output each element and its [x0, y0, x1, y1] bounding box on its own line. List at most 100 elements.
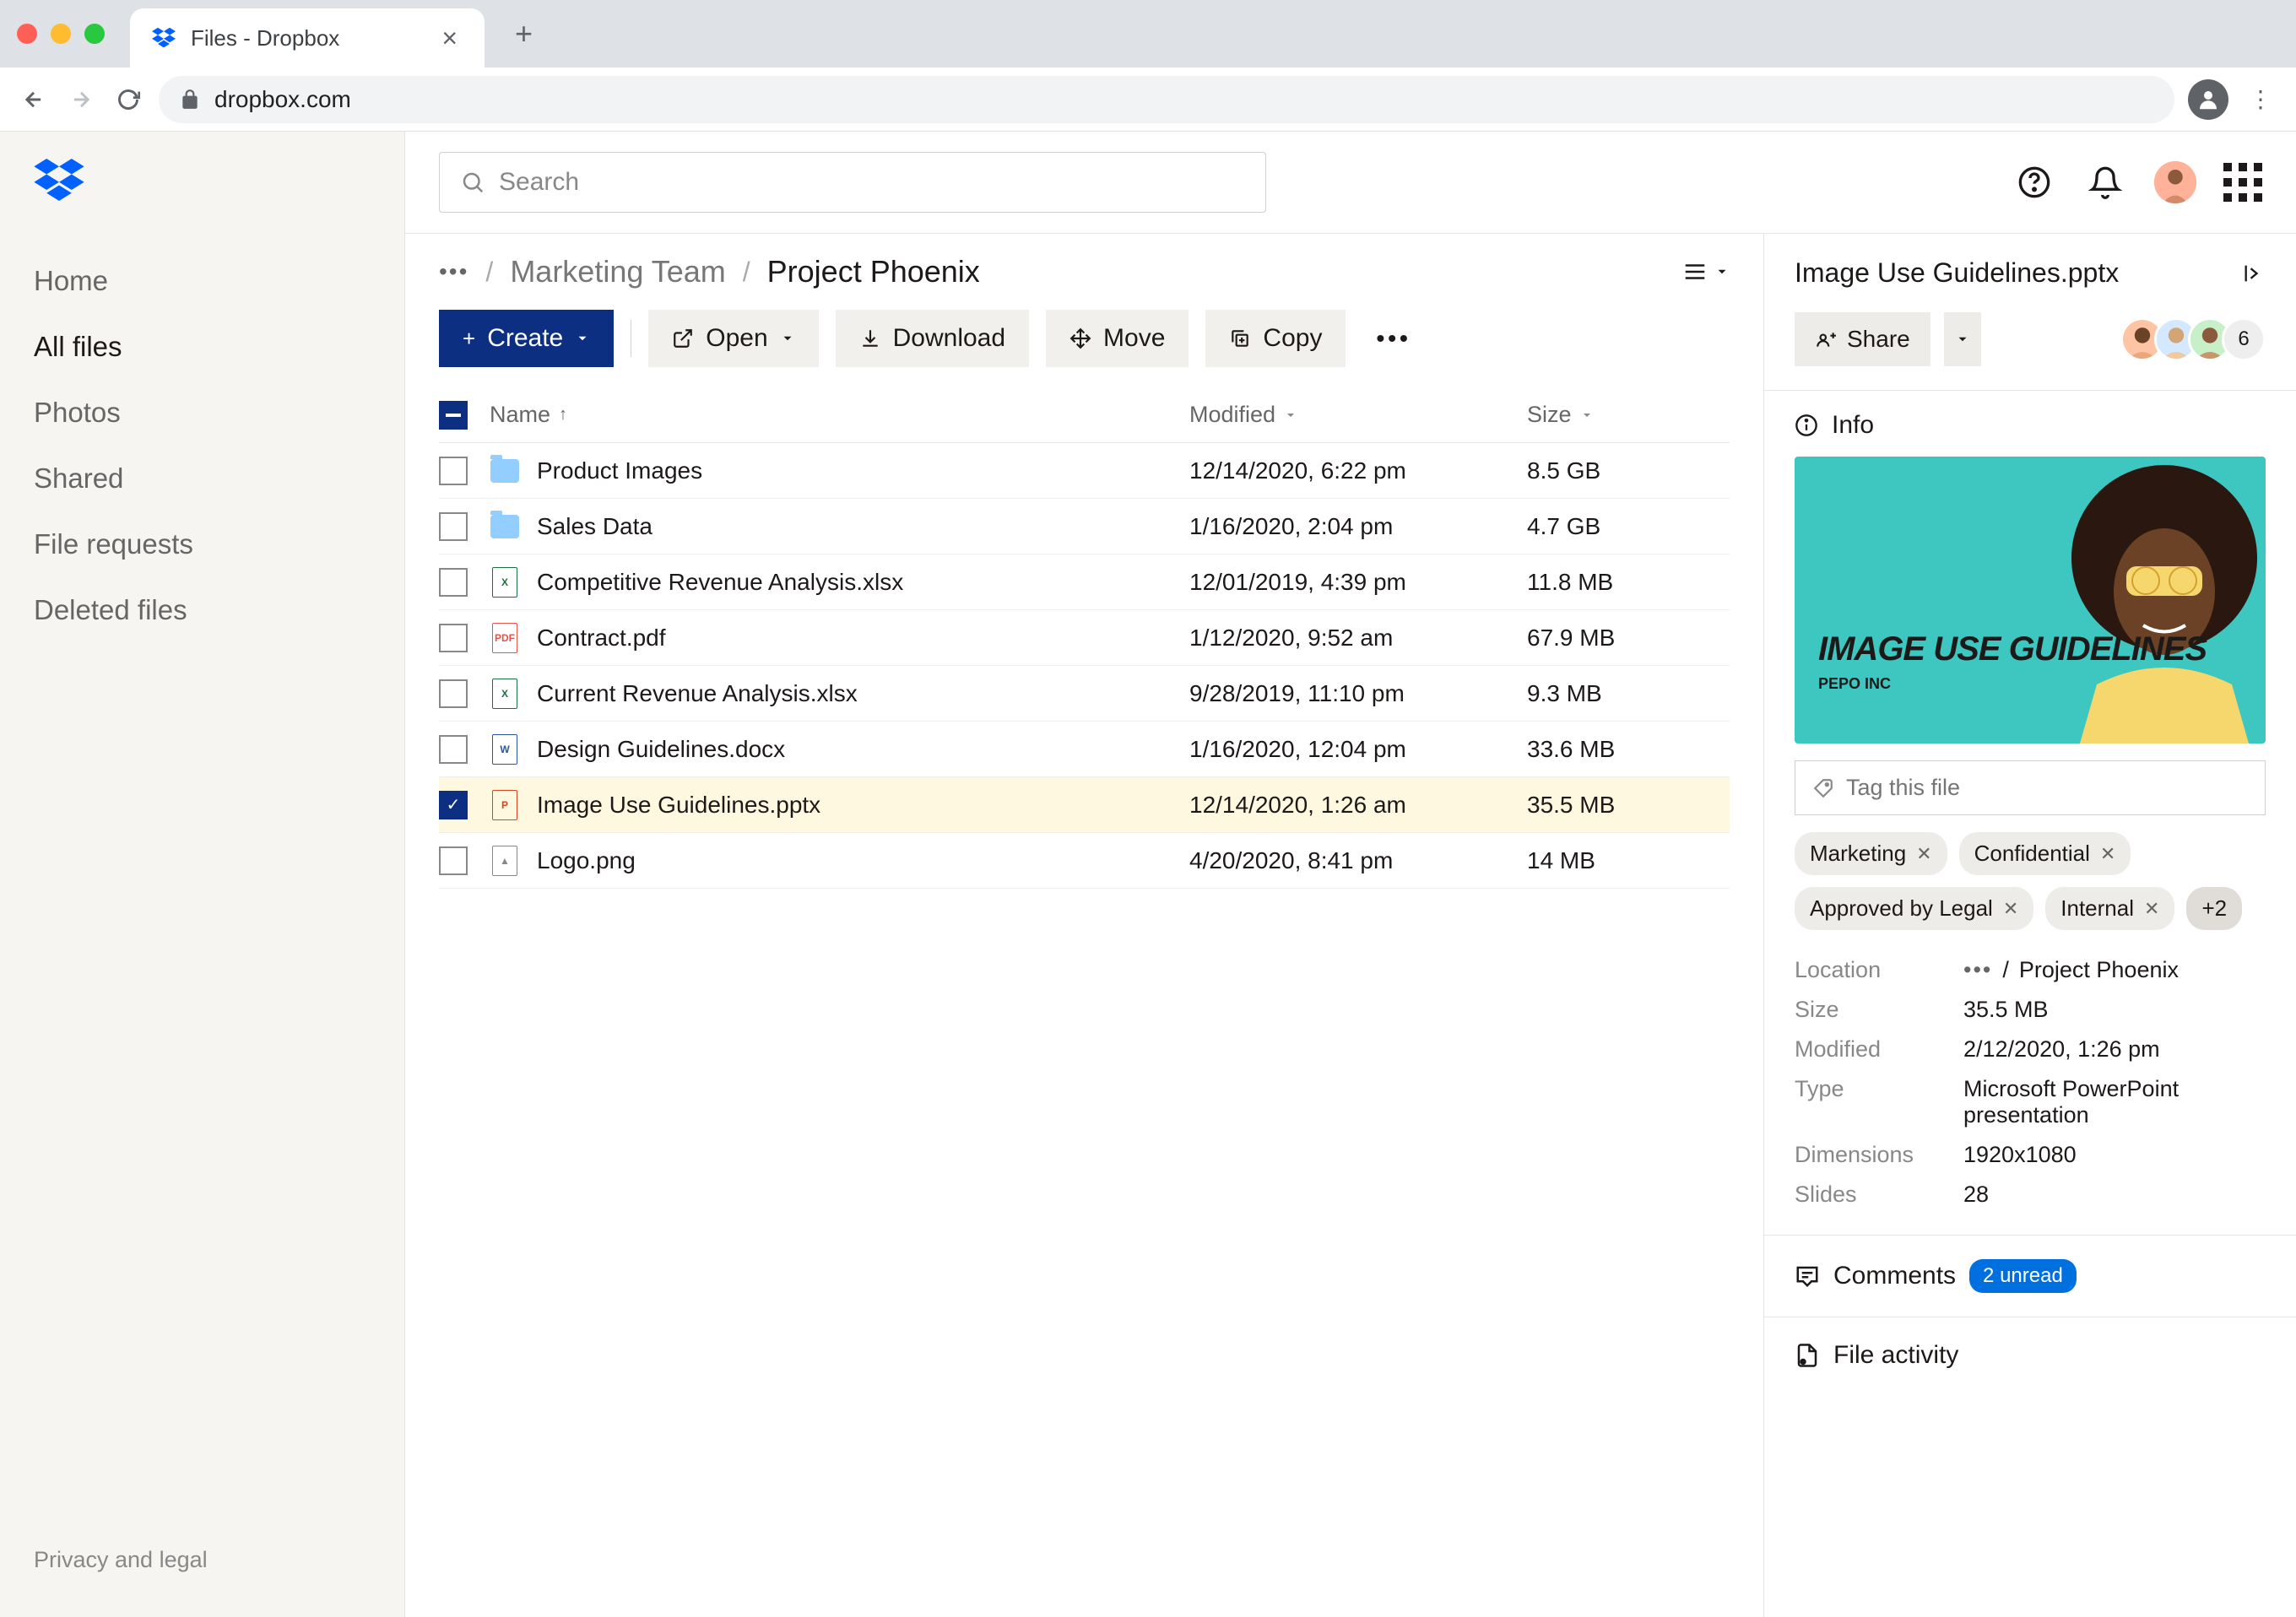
chevron-down-icon — [1580, 408, 1594, 422]
breadcrumb-current: Project Phoenix — [767, 254, 980, 289]
breadcrumb-separator: / — [485, 257, 493, 288]
remove-tag-icon[interactable]: ✕ — [1916, 843, 1931, 865]
file-name-cell[interactable]: PDF Contract.pdf — [490, 623, 1189, 653]
select-all-checkbox[interactable] — [439, 401, 468, 430]
browser-profile-icon[interactable] — [2188, 79, 2228, 120]
sidebar-item-file-requests[interactable]: File requests — [0, 511, 404, 577]
table-row[interactable]: X Competitive Revenue Analysis.xlsx 12/0… — [439, 554, 1730, 610]
table-row[interactable]: Sales Data 1/16/2020, 2:04 pm 4.7 GB — [439, 499, 1730, 554]
image-icon: ▲ — [492, 846, 517, 876]
tag-field[interactable] — [1846, 775, 2248, 801]
tag[interactable]: Marketing✕ — [1795, 832, 1947, 875]
meta-location[interactable]: ••• / Project Phoenix — [1963, 957, 2266, 983]
table-row[interactable]: ▲ Logo.png 4/20/2020, 8:41 pm 14 MB — [439, 833, 1730, 889]
remove-tag-icon[interactable]: ✕ — [2144, 898, 2159, 920]
row-checkbox[interactable] — [439, 846, 468, 875]
row-checkbox[interactable]: ✓ — [439, 791, 468, 819]
sidebar-item-deleted-files[interactable]: Deleted files — [0, 577, 404, 643]
copy-button[interactable]: Copy — [1205, 310, 1346, 367]
apps-grid-icon[interactable] — [2223, 163, 2262, 202]
table-row[interactable]: X Current Revenue Analysis.xlsx 9/28/201… — [439, 666, 1730, 722]
expand-panel-icon[interactable] — [2242, 262, 2266, 285]
file-size: 14 MB — [1527, 847, 1730, 874]
preview-title: IMAGE USE GUIDELINES — [1818, 630, 2207, 668]
file-name-cell[interactable]: ▲ Logo.png — [490, 846, 1189, 876]
back-button[interactable] — [17, 83, 51, 116]
file-name-cell[interactable]: X Competitive Revenue Analysis.xlsx — [490, 567, 1189, 598]
create-button[interactable]: + Create — [439, 310, 614, 367]
folder-icon — [490, 459, 519, 483]
file-name: Competitive Revenue Analysis.xlsx — [537, 569, 903, 596]
column-size[interactable]: Size — [1527, 402, 1730, 428]
comment-icon — [1795, 1263, 1820, 1289]
browser-toolbar: dropbox.com ⋮ — [0, 68, 2296, 132]
row-checkbox[interactable] — [439, 735, 468, 764]
table-row[interactable]: Product Images 12/14/2020, 6:22 pm 8.5 G… — [439, 443, 1730, 499]
sidebar-item-photos[interactable]: Photos — [0, 380, 404, 446]
dropbox-logo[interactable] — [0, 159, 404, 235]
window-close[interactable] — [17, 24, 37, 44]
download-button[interactable]: Download — [836, 310, 1029, 367]
row-checkbox[interactable] — [439, 512, 468, 541]
table-row[interactable]: PDF Contract.pdf 1/12/2020, 9:52 am 67.9… — [439, 610, 1730, 666]
window-maximize[interactable] — [84, 24, 105, 44]
chevron-down-icon — [1955, 332, 1970, 347]
forward-button[interactable] — [64, 83, 98, 116]
table-row[interactable]: ✓ P Image Use Guidelines.pptx 12/14/2020… — [439, 777, 1730, 833]
share-button[interactable]: Share — [1795, 312, 1930, 366]
more-tags[interactable]: +2 — [2186, 887, 2242, 930]
row-checkbox[interactable] — [439, 624, 468, 652]
sidebar-item-shared[interactable]: Shared — [0, 446, 404, 511]
column-name[interactable]: Name ↑ — [490, 402, 1189, 428]
collaborator-avatars[interactable]: 6 — [2120, 317, 2266, 361]
row-checkbox[interactable] — [439, 568, 468, 597]
column-modified[interactable]: Modified — [1189, 402, 1527, 428]
meta-size: 35.5 MB — [1963, 997, 2266, 1023]
help-icon[interactable] — [2012, 160, 2056, 204]
remove-tag-icon[interactable]: ✕ — [2100, 843, 2115, 865]
table-row[interactable]: W Design Guidelines.docx 1/16/2020, 12:0… — [439, 722, 1730, 777]
more-actions-button[interactable]: ••• — [1362, 325, 1424, 352]
share-dropdown[interactable] — [1944, 312, 1981, 366]
file-name-cell[interactable]: X Current Revenue Analysis.xlsx — [490, 679, 1189, 709]
browser-tab[interactable]: Files - Dropbox × — [130, 8, 485, 68]
remove-tag-icon[interactable]: ✕ — [2003, 898, 2018, 920]
tag-input[interactable] — [1795, 760, 2266, 815]
tag[interactable]: Approved by Legal✕ — [1795, 887, 2033, 930]
file-name: Image Use Guidelines.pptx — [537, 792, 820, 819]
file-name-cell[interactable]: W Design Guidelines.docx — [490, 734, 1189, 765]
file-activity-section[interactable]: File activity — [1764, 1317, 2296, 1393]
move-button[interactable]: Move — [1046, 310, 1189, 367]
search-box[interactable] — [439, 152, 1266, 213]
move-label: Move — [1103, 324, 1165, 353]
address-bar[interactable]: dropbox.com — [159, 76, 2174, 123]
row-checkbox[interactable] — [439, 457, 468, 485]
reload-button[interactable] — [111, 83, 145, 116]
file-preview[interactable]: IMAGE USE GUIDELINES PEPO INC — [1795, 457, 2266, 744]
tag[interactable]: Internal✕ — [2045, 887, 2174, 930]
window-minimize[interactable] — [51, 24, 71, 44]
row-checkbox[interactable] — [439, 679, 468, 708]
tag[interactable]: Confidential✕ — [1959, 832, 2131, 875]
browser-menu-icon[interactable]: ⋮ — [2242, 78, 2279, 120]
breadcrumb-overflow[interactable]: ••• — [439, 258, 468, 285]
tab-close-icon[interactable]: × — [435, 23, 464, 54]
share-label: Share — [1847, 326, 1910, 353]
new-tab-button[interactable]: + — [501, 3, 546, 65]
file-name-cell[interactable]: Product Images — [490, 456, 1189, 486]
open-button[interactable]: Open — [648, 310, 818, 367]
sidebar-item-home[interactable]: Home — [0, 248, 404, 314]
user-avatar[interactable] — [2154, 161, 2196, 203]
breadcrumb-parent[interactable]: Marketing Team — [510, 254, 725, 289]
search-input[interactable] — [499, 168, 1245, 197]
sidebar-item-all-files[interactable]: All files — [0, 314, 404, 380]
comments-section[interactable]: Comments 2 unread — [1764, 1235, 2296, 1317]
privacy-legal-link[interactable]: Privacy and legal — [0, 1530, 404, 1590]
file-size: 67.9 MB — [1527, 625, 1730, 652]
file-name-cell[interactable]: Sales Data — [490, 511, 1189, 542]
tag-list: Marketing✕ Confidential✕ Approved by Leg… — [1795, 832, 2266, 930]
more-collaborators[interactable]: 6 — [2222, 317, 2266, 361]
view-mode-toggle[interactable] — [1682, 259, 1730, 284]
notifications-icon[interactable] — [2083, 160, 2127, 204]
file-name-cell[interactable]: P Image Use Guidelines.pptx — [490, 790, 1189, 820]
